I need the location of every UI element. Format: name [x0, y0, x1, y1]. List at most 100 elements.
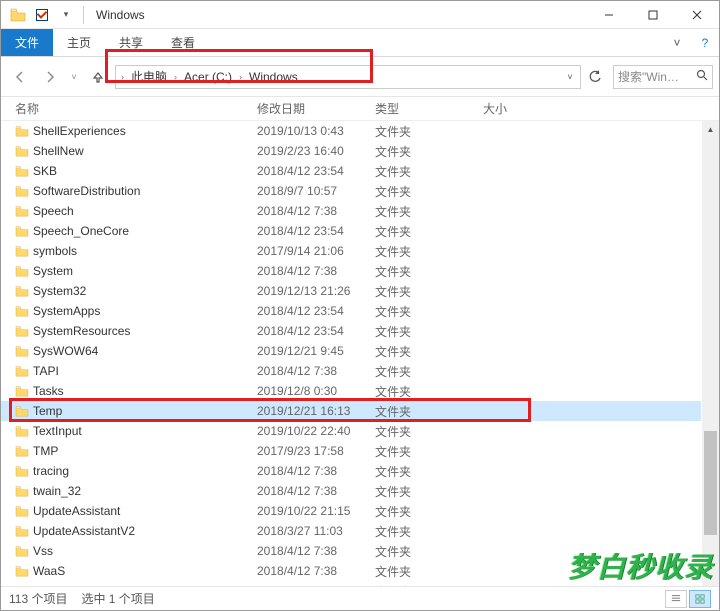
chevron-right-icon[interactable]: ›	[171, 72, 180, 82]
qat-properties-icon[interactable]	[31, 4, 53, 26]
window-title: Windows	[96, 8, 145, 22]
column-date[interactable]: 修改日期	[257, 100, 375, 117]
breadcrumb-pc[interactable]: 此电脑	[127, 66, 171, 88]
tab-view[interactable]: 查看	[157, 29, 209, 56]
folder-icon[interactable]	[7, 4, 29, 26]
scroll-up-icon[interactable]: ▲	[702, 121, 719, 138]
table-row[interactable]: Speech2018/4/12 7:38文件夹	[1, 201, 701, 221]
table-row[interactable]: twain_322018/4/12 7:38文件夹	[1, 481, 701, 501]
file-type: 文件夹	[375, 303, 483, 320]
tab-home[interactable]: 主页	[53, 29, 105, 56]
file-type: 文件夹	[375, 503, 483, 520]
table-row[interactable]: tracing2018/4/12 7:38文件夹	[1, 461, 701, 481]
help-icon[interactable]: ?	[691, 29, 719, 56]
folder-icon	[15, 225, 33, 237]
forward-button[interactable]	[37, 64, 63, 90]
file-list-area: ShellExperiences2019/10/13 0:43文件夹ShellN…	[1, 121, 719, 586]
file-date: 2019/12/8 0:30	[257, 384, 375, 398]
search-input[interactable]: 搜索"Win…	[613, 65, 713, 89]
file-type: 文件夹	[375, 483, 483, 500]
tab-file[interactable]: 文件	[1, 29, 53, 56]
file-date: 2018/4/12 7:38	[257, 364, 375, 378]
ribbon-tabs: 文件 主页 共享 查看 ˅ ?	[1, 29, 719, 57]
table-row[interactable]: TMP2017/9/23 17:58文件夹	[1, 441, 701, 461]
breadcrumb-drive[interactable]: Acer (C:)	[180, 66, 236, 88]
column-size[interactable]: 大小	[483, 100, 719, 117]
ribbon-right: ˅ ?	[663, 29, 719, 56]
view-icons-button[interactable]	[689, 590, 711, 608]
file-name: Speech	[33, 204, 257, 218]
file-type: 文件夹	[375, 443, 483, 460]
tab-share[interactable]: 共享	[105, 29, 157, 56]
navigation-bar: ˅ › 此电脑 › Acer (C:) › Windows ˅ 搜索"Win…	[1, 57, 719, 97]
maximize-button[interactable]	[631, 1, 675, 29]
table-row[interactable]: ShellExperiences2019/10/13 0:43文件夹	[1, 121, 701, 141]
table-row[interactable]: SoftwareDistribution2018/9/7 10:57文件夹	[1, 181, 701, 201]
vertical-scrollbar[interactable]: ▲ ▼	[702, 121, 719, 586]
chevron-right-icon[interactable]: ›	[236, 72, 245, 82]
refresh-button[interactable]	[583, 65, 607, 89]
column-name[interactable]: 名称	[15, 100, 257, 117]
folder-icon	[15, 285, 33, 297]
address-bar-container: › 此电脑 › Acer (C:) › Windows ˅ 搜索"Win…	[115, 64, 713, 90]
file-type: 文件夹	[375, 183, 483, 200]
table-row[interactable]: Web2018/4/12 7:38文件夹	[1, 581, 701, 586]
file-date: 2019/12/13 21:26	[257, 284, 375, 298]
table-row[interactable]: UpdateAssistantV22018/3/27 11:03文件夹	[1, 521, 701, 541]
file-type: 文件夹	[375, 523, 483, 540]
address-dropdown-icon[interactable]: ˅	[562, 72, 578, 82]
file-date: 2018/3/27 11:03	[257, 524, 375, 538]
selection-extension	[535, 401, 549, 421]
table-row[interactable]: SKB2018/4/12 23:54文件夹	[1, 161, 701, 181]
breadcrumb-folder[interactable]: Windows	[245, 66, 302, 88]
table-row[interactable]: System322019/12/13 21:26文件夹	[1, 281, 701, 301]
table-row[interactable]: SystemApps2018/4/12 23:54文件夹	[1, 301, 701, 321]
chevron-right-icon[interactable]: ›	[118, 72, 127, 82]
address-bar[interactable]: › 此电脑 › Acer (C:) › Windows ˅	[115, 65, 581, 89]
table-row[interactable]: TAPI2018/4/12 7:38文件夹	[1, 361, 701, 381]
table-row[interactable]: symbols2017/9/14 21:06文件夹	[1, 241, 701, 261]
folder-icon	[15, 525, 33, 537]
file-type: 文件夹	[375, 123, 483, 140]
scrollbar-thumb[interactable]	[704, 431, 717, 534]
table-row[interactable]: Tasks2019/12/8 0:30文件夹	[1, 381, 701, 401]
file-date: 2018/4/12 23:54	[257, 164, 375, 178]
file-name: twain_32	[33, 484, 257, 498]
file-type: 文件夹	[375, 403, 483, 420]
table-row[interactable]: ShellNew2019/2/23 16:40文件夹	[1, 141, 701, 161]
up-button[interactable]	[85, 64, 111, 90]
view-details-button[interactable]	[665, 590, 687, 608]
file-date: 2018/4/12 7:38	[257, 564, 375, 578]
table-row[interactable]: System2018/4/12 7:38文件夹	[1, 261, 701, 281]
minimize-button[interactable]	[587, 1, 631, 29]
qat-dropdown-icon[interactable]: ▾	[55, 4, 77, 26]
table-row[interactable]: WaaS2018/4/12 7:38文件夹	[1, 561, 701, 581]
scroll-down-icon[interactable]: ▼	[702, 569, 719, 586]
table-row[interactable]: TextInput2019/10/22 22:40文件夹	[1, 421, 701, 441]
search-icon[interactable]	[696, 69, 708, 84]
scrollbar-track[interactable]	[702, 138, 719, 569]
file-type: 文件夹	[375, 363, 483, 380]
folder-icon	[15, 465, 33, 477]
table-row[interactable]: Temp2019/12/21 16:13文件夹	[1, 401, 701, 421]
folder-icon	[15, 385, 33, 397]
table-row[interactable]: SystemResources2018/4/12 23:54文件夹	[1, 321, 701, 341]
table-row[interactable]: SysWOW642019/12/21 9:45文件夹	[1, 341, 701, 361]
file-type: 文件夹	[375, 583, 483, 587]
file-type: 文件夹	[375, 223, 483, 240]
table-row[interactable]: Speech_OneCore2018/4/12 23:54文件夹	[1, 221, 701, 241]
close-button[interactable]	[675, 1, 719, 29]
status-item-count: 113 个项目	[9, 590, 67, 607]
file-list[interactable]: ShellExperiences2019/10/13 0:43文件夹ShellN…	[1, 121, 701, 586]
file-date: 2018/4/12 23:54	[257, 324, 375, 338]
back-button[interactable]	[7, 64, 33, 90]
column-type[interactable]: 类型	[375, 100, 483, 117]
file-date: 2018/4/12 7:38	[257, 584, 375, 586]
table-row[interactable]: Vss2018/4/12 7:38文件夹	[1, 541, 701, 561]
history-dropdown-icon[interactable]: ˅	[67, 72, 81, 82]
titlebar: ▾ Windows	[1, 1, 719, 29]
table-row[interactable]: UpdateAssistant2019/10/22 21:15文件夹	[1, 501, 701, 521]
ribbon-expand-icon[interactable]: ˅	[663, 29, 691, 56]
folder-icon	[15, 545, 33, 557]
file-type: 文件夹	[375, 203, 483, 220]
